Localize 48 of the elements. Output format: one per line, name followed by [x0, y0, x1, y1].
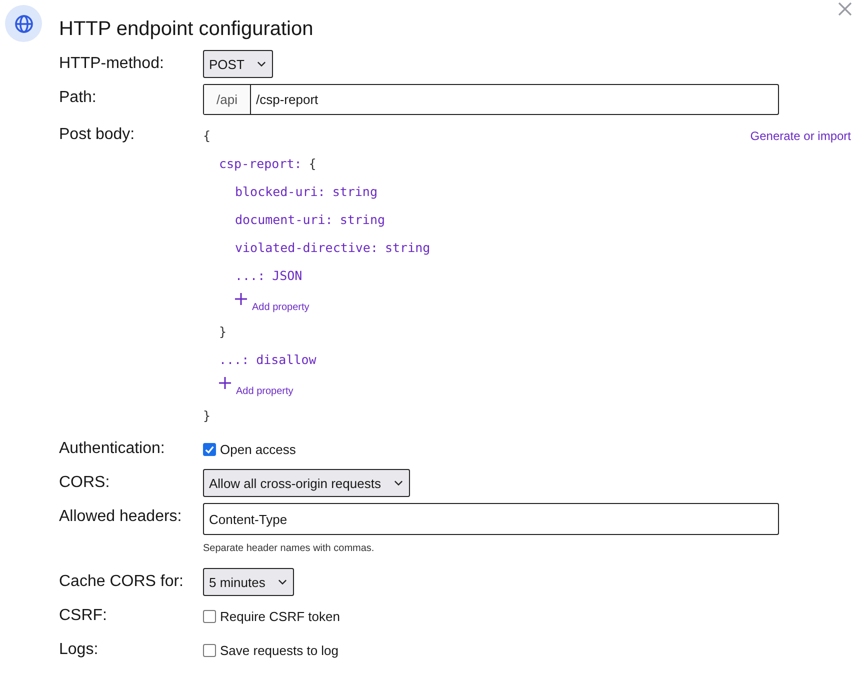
field-label: Cache CORS for: [59, 572, 184, 592]
checkbox[interactable] [203, 610, 216, 622]
caret-icon [257, 61, 266, 67]
add-property-link[interactable]: Add property [252, 302, 310, 313]
field-label: Logs: [59, 640, 100, 660]
hint-text: Separate header names with commas. [203, 543, 376, 554]
field-label: HTTP-method: [59, 54, 165, 74]
property-type: JSON [272, 268, 302, 282]
brace: { [308, 156, 316, 170]
property-key: blocked-uri: [235, 184, 326, 198]
checkbox-label: Require CSRF token [220, 608, 340, 624]
field-label: Post body: [59, 125, 136, 145]
field-label: Allowed headers: [59, 507, 183, 527]
brace: { [203, 128, 211, 142]
property-key: ...: [235, 268, 266, 282]
brace: } [219, 324, 227, 338]
path-prefix: /api [204, 85, 251, 114]
close-icon[interactable] [838, 2, 852, 16]
checkbox-label: Save requests to log [220, 642, 339, 658]
dialog-title: HTTP endpoint configuration [59, 18, 314, 41]
checkbox[interactable] [203, 644, 216, 656]
field-label: CORS: [59, 473, 111, 493]
path-field[interactable]: /api /csp-report [203, 84, 779, 115]
dropdown[interactable]: 5 minutes [203, 568, 294, 596]
input-field[interactable]: Content-Type [203, 503, 779, 535]
property-type: string [340, 212, 385, 226]
add-property-link[interactable]: Add property [236, 386, 294, 397]
property-key: violated-directive: [235, 240, 378, 254]
checkbox[interactable] [203, 442, 216, 456]
property-key: ...: [219, 352, 250, 366]
plus-icon[interactable] [235, 293, 247, 305]
field-label: CSRF: [59, 606, 108, 626]
property-type: disallow [256, 352, 316, 366]
plus-icon[interactable] [219, 377, 231, 389]
caret-icon [278, 579, 288, 585]
generate-link[interactable]: Generate or import [750, 129, 851, 429]
property-key: csp-report: [219, 156, 302, 170]
property-key: document-uri: [235, 212, 333, 226]
property-type: string [332, 184, 378, 198]
brace: } [203, 408, 211, 422]
dropdown[interactable]: Allow all cross-origin requests [203, 469, 410, 497]
field-label: Authentication: [59, 439, 166, 459]
caret-icon [394, 480, 403, 486]
globe-icon [5, 5, 42, 42]
dropdown[interactable]: POST [203, 50, 274, 78]
property-type: string [385, 240, 430, 254]
field-label: Path: [59, 88, 98, 108]
checkbox-label: Open access [220, 442, 296, 456]
